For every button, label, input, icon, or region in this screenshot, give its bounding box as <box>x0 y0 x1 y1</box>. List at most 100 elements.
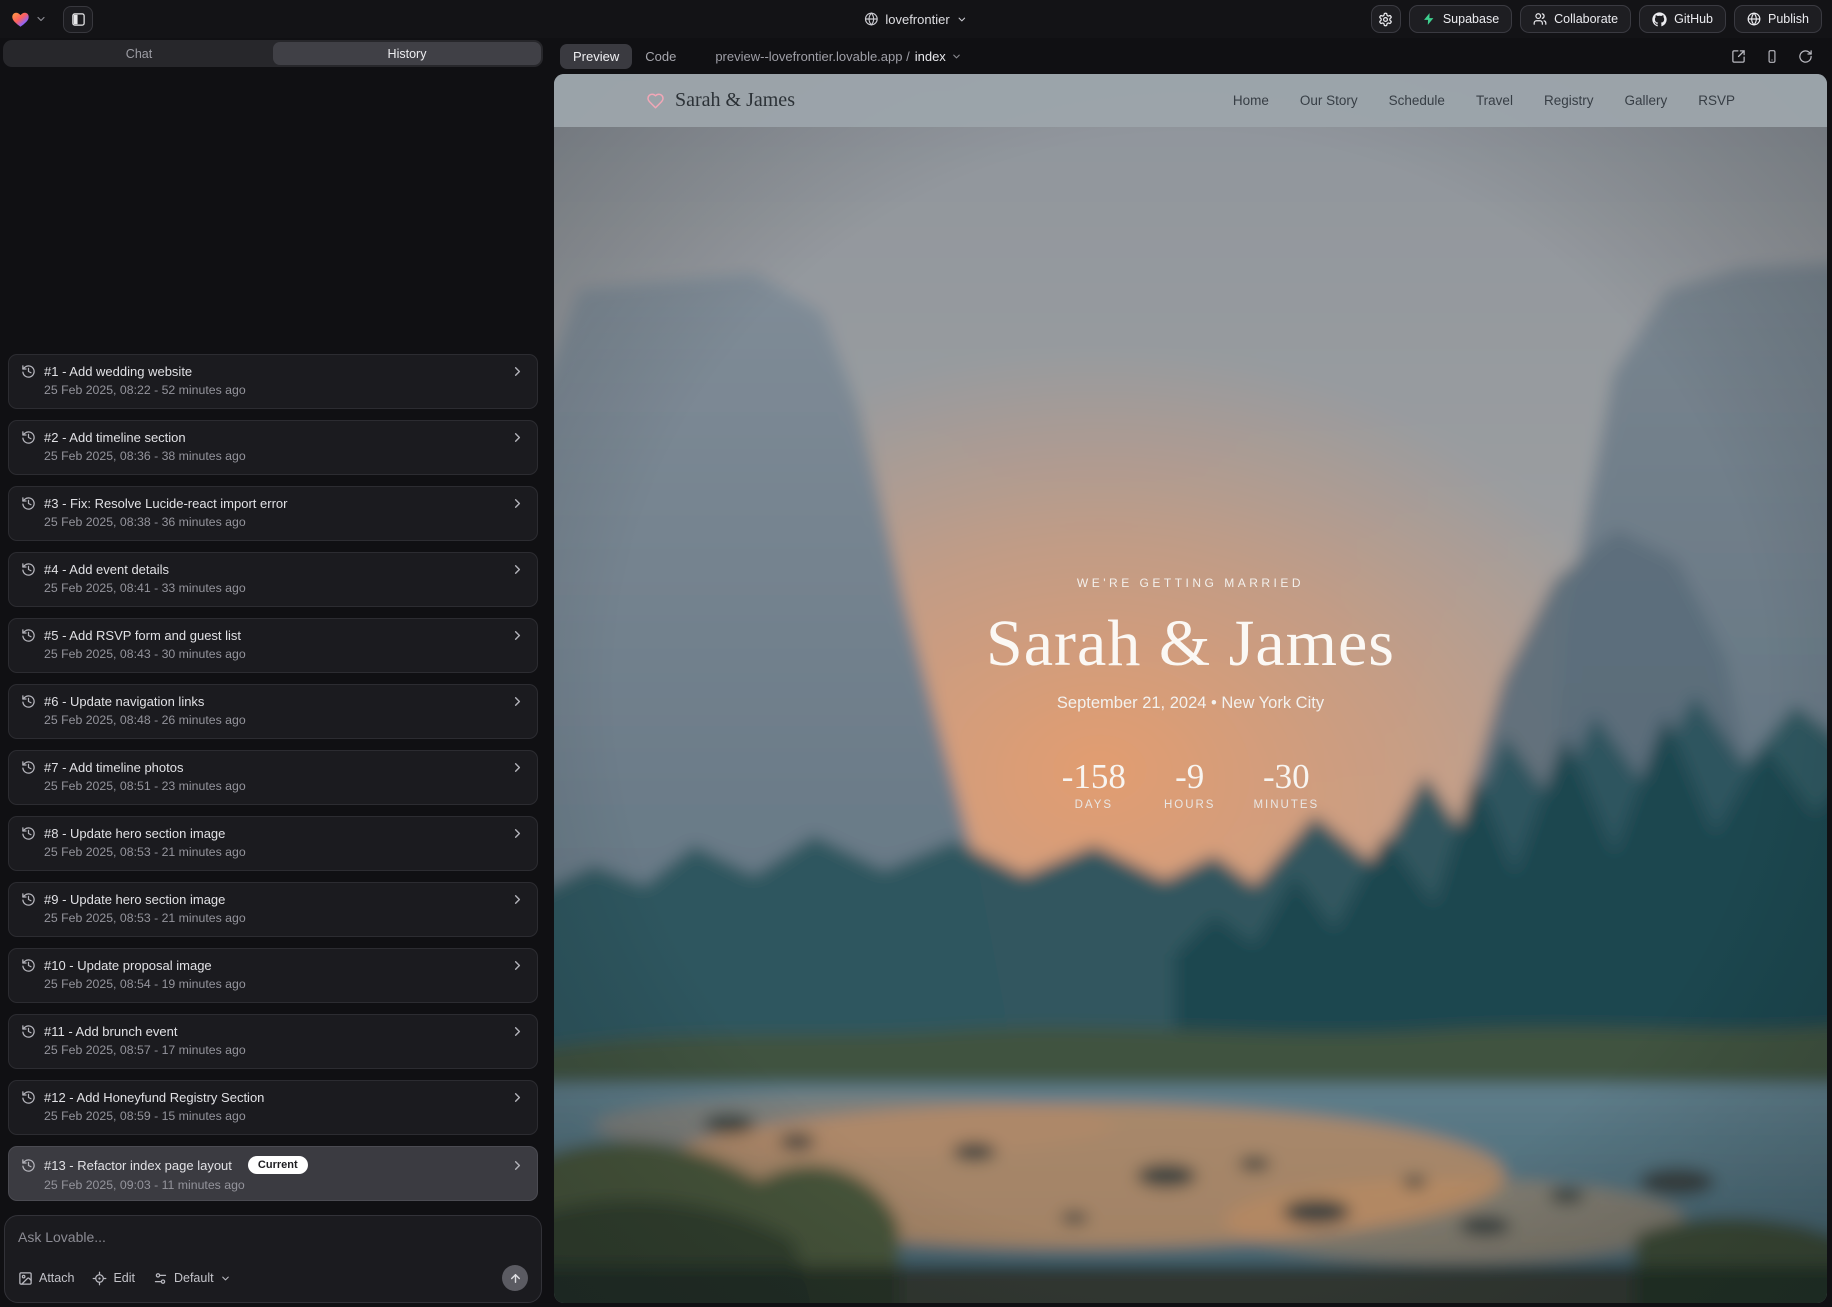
history-item-title: #8 - Update hero section image <box>44 826 225 841</box>
attach-button[interactable]: Attach <box>18 1271 74 1286</box>
history-item-timestamp: 25 Feb 2025, 08:57 - 17 minutes ago <box>44 1043 525 1057</box>
chevron-right-icon <box>510 958 525 973</box>
history-item-title: #6 - Update navigation links <box>44 694 204 709</box>
history-item-title: #1 - Add wedding website <box>44 364 192 379</box>
image-icon <box>18 1271 33 1286</box>
history-item-timestamp: 25 Feb 2025, 08:43 - 30 minutes ago <box>44 647 525 661</box>
sidebar-tabbar: Chat History <box>3 40 543 67</box>
history-item[interactable]: #8 - Update hero section image 25 Feb 20… <box>8 816 538 871</box>
chevron-right-icon <box>510 562 525 577</box>
send-button[interactable] <box>502 1265 528 1291</box>
supabase-icon <box>1422 12 1436 26</box>
chevron-right-icon <box>510 694 525 709</box>
preview-url-base: preview--lovefrontier.lovable.app / <box>715 49 909 64</box>
site-nav-link-gallery[interactable]: Gallery <box>1624 93 1667 108</box>
prompt-composer: Attach Edit Default <box>4 1215 542 1303</box>
history-item[interactable]: #6 - Update navigation links 25 Feb 2025… <box>8 684 538 739</box>
history-item[interactable]: #4 - Add event details 25 Feb 2025, 08:4… <box>8 552 538 607</box>
history-clock-icon <box>21 364 36 379</box>
site-nav-link-home[interactable]: Home <box>1233 93 1269 108</box>
app-topbar: lovefrontier Supabase Collaborate <box>0 0 1832 38</box>
open-in-new-icon[interactable] <box>1731 49 1746 64</box>
site-nav-link-schedule[interactable]: Schedule <box>1389 93 1445 108</box>
github-button[interactable]: GitHub <box>1639 5 1726 33</box>
collaborate-label: Collaborate <box>1554 12 1618 26</box>
history-item-timestamp: 25 Feb 2025, 08:38 - 36 minutes ago <box>44 515 525 529</box>
history-item-title: #13 - Refactor index page layout <box>44 1158 232 1173</box>
site-nav-link-registry[interactable]: Registry <box>1544 93 1594 108</box>
refresh-icon[interactable] <box>1798 49 1813 64</box>
countdown-unit: -30MINUTES <box>1253 759 1319 811</box>
history-item-title: #5 - Add RSVP form and guest list <box>44 628 241 643</box>
history-item-timestamp: 25 Feb 2025, 08:54 - 19 minutes ago <box>44 977 525 991</box>
history-item[interactable]: #13 - Refactor index page layoutCurrent … <box>8 1146 538 1201</box>
collaborate-button[interactable]: Collaborate <box>1520 5 1631 33</box>
sidebar-toggle-button[interactable] <box>63 6 93 33</box>
countdown-label: HOURS <box>1164 799 1216 811</box>
preview-toolbar: Preview Code preview--lovefrontier.lovab… <box>554 38 1827 74</box>
preview-url-page: index <box>915 49 946 64</box>
publish-button[interactable]: Publish <box>1734 5 1822 33</box>
site-brand[interactable]: Sarah & James <box>646 89 795 112</box>
history-item-timestamp: 25 Feb 2025, 08:22 - 52 minutes ago <box>44 383 525 397</box>
site-nav-link-rsvp[interactable]: RSVP <box>1698 93 1735 108</box>
publish-label: Publish <box>1768 12 1809 26</box>
lovable-logo-menu[interactable] <box>10 10 47 29</box>
chevron-down-icon <box>220 1273 231 1284</box>
countdown-unit: -9HOURS <box>1164 759 1216 811</box>
history-clock-icon <box>21 628 36 643</box>
history-item[interactable]: #9 - Update hero section image 25 Feb 20… <box>8 882 538 937</box>
history-clock-icon <box>21 496 36 511</box>
chevron-down-icon <box>957 14 968 25</box>
history-clock-icon <box>21 1090 36 1105</box>
history-item-timestamp: 25 Feb 2025, 08:53 - 21 minutes ago <box>44 911 525 925</box>
history-item[interactable]: #5 - Add RSVP form and guest list 25 Feb… <box>8 618 538 673</box>
site-brand-name: Sarah & James <box>675 89 795 112</box>
history-item-title: #3 - Fix: Resolve Lucide-react import er… <box>44 496 287 511</box>
site-nav-link-travel[interactable]: Travel <box>1476 93 1513 108</box>
attach-label: Attach <box>39 1271 74 1285</box>
site-nav-link-our-story[interactable]: Our Story <box>1300 93 1358 108</box>
panel-left-icon <box>71 12 86 27</box>
heart-icon <box>646 92 665 110</box>
tab-chat[interactable]: Chat <box>5 42 273 65</box>
history-item-timestamp: 25 Feb 2025, 08:59 - 15 minutes ago <box>44 1109 525 1123</box>
history-item[interactable]: #10 - Update proposal image 25 Feb 2025,… <box>8 948 538 1003</box>
prompt-input[interactable] <box>18 1229 528 1245</box>
sliders-icon <box>153 1271 168 1286</box>
target-icon <box>92 1271 107 1286</box>
history-item[interactable]: #7 - Add timeline photos 25 Feb 2025, 08… <box>8 750 538 805</box>
history-clock-icon <box>21 1024 36 1039</box>
preview-url[interactable]: preview--lovefrontier.lovable.app / inde… <box>715 49 961 64</box>
project-selector[interactable]: lovefrontier <box>864 0 967 38</box>
history-item-timestamp: 25 Feb 2025, 08:36 - 38 minutes ago <box>44 449 525 463</box>
history-item-timestamp: 25 Feb 2025, 08:53 - 21 minutes ago <box>44 845 525 859</box>
history-item[interactable]: #12 - Add Honeyfund Registry Section 25 … <box>8 1080 538 1135</box>
edit-button[interactable]: Edit <box>92 1271 135 1286</box>
hero-title: Sarah & James <box>986 606 1395 682</box>
chevron-right-icon <box>510 760 525 775</box>
chevron-down-icon <box>35 13 47 25</box>
tab-history[interactable]: History <box>273 42 541 65</box>
settings-button[interactable] <box>1371 5 1401 33</box>
history-clock-icon <box>21 760 36 775</box>
mode-label: Default <box>174 1271 214 1285</box>
history-item[interactable]: #1 - Add wedding website 25 Feb 2025, 08… <box>8 354 538 409</box>
history-item[interactable]: #11 - Add brunch event 25 Feb 2025, 08:5… <box>8 1014 538 1069</box>
history-item[interactable]: #3 - Fix: Resolve Lucide-react import er… <box>8 486 538 541</box>
tab-code[interactable]: Code <box>632 44 689 69</box>
lovable-heart-icon <box>10 10 31 29</box>
history-item[interactable]: #2 - Add timeline section 25 Feb 2025, 0… <box>8 420 538 475</box>
history-clock-icon <box>21 430 36 445</box>
supabase-button[interactable]: Supabase <box>1409 5 1512 33</box>
mobile-view-icon[interactable] <box>1765 49 1779 64</box>
github-icon <box>1652 12 1667 27</box>
mode-selector[interactable]: Default <box>153 1271 231 1286</box>
hero-subtitle: September 21, 2024 • New York City <box>1057 694 1324 713</box>
hero-eyebrow: WE'RE GETTING MARRIED <box>1077 576 1304 590</box>
countdown-value: -30 <box>1263 759 1310 794</box>
tab-preview[interactable]: Preview <box>560 44 632 69</box>
publish-globe-icon <box>1747 12 1761 26</box>
edit-label: Edit <box>113 1271 135 1285</box>
countdown-label: DAYS <box>1075 799 1113 811</box>
